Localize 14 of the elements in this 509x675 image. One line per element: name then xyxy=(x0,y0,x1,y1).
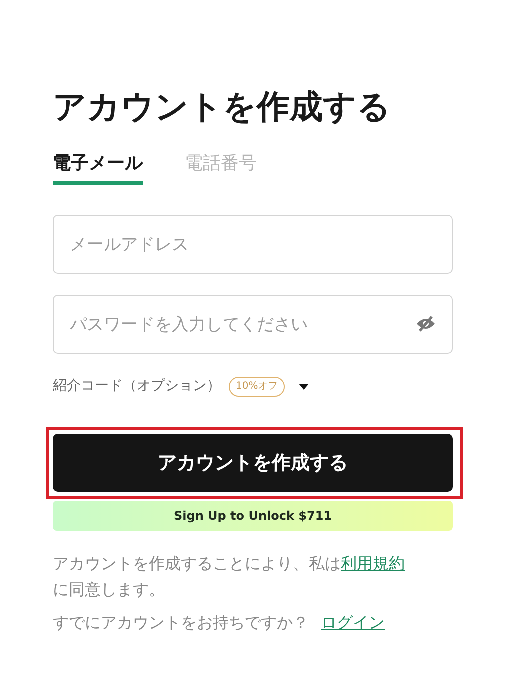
email-field[interactable]: メールアドレス xyxy=(53,215,453,274)
caret-icon[interactable] xyxy=(299,384,310,390)
discount-badge: 10%オフ xyxy=(229,376,286,396)
terms-text: アカウントを作成することにより、私は利用規約 に同意します。 xyxy=(53,553,406,601)
referral-label[interactable]: 紹介コード（オプション） xyxy=(53,376,221,397)
page-title: アカウントを作成する xyxy=(53,86,392,128)
eye-off-icon[interactable] xyxy=(416,316,436,332)
promo-banner: Sign Up to Unlock $711 xyxy=(53,501,453,531)
terms-link[interactable]: 利用規約 xyxy=(341,554,405,573)
password-field[interactable]: パスワードを入力してください xyxy=(53,295,453,354)
login-prompt: すでにアカウントをお持ちですか？ xyxy=(53,612,309,634)
create-account-button[interactable]: アカウントを作成する xyxy=(53,434,453,492)
tab[interactable]: 電子メール xyxy=(53,150,143,185)
login-link[interactable]: ログイン xyxy=(321,611,385,635)
